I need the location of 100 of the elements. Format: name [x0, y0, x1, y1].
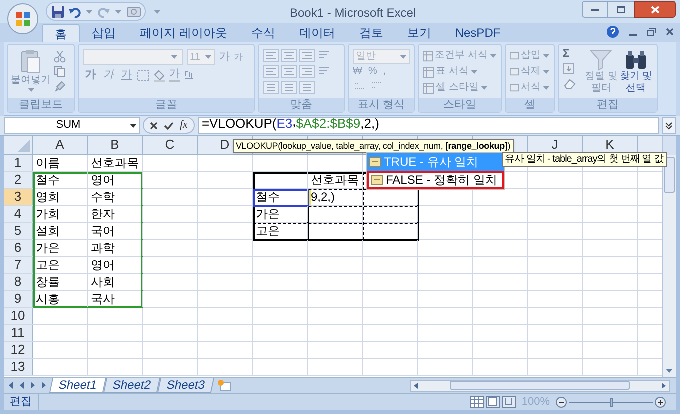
column-header[interactable]: K: [606, 136, 614, 155]
fill-down-icon[interactable]: [563, 63, 575, 75]
table-icon: [423, 82, 434, 94]
row-header[interactable]: 12: [4, 342, 33, 358]
constant-icon: [371, 175, 383, 185]
new-sheet-icon[interactable]: [217, 380, 234, 392]
row-header[interactable]: 7: [4, 257, 33, 273]
previous-sheet-icon[interactable]: [19, 382, 25, 389]
undo-icon[interactable]: [69, 6, 81, 18]
column-header[interactable]: A: [56, 136, 64, 155]
cancel-icon[interactable]: [150, 122, 158, 130]
ribbon-tab[interactable]: 삽입: [80, 24, 128, 42]
maximize-button[interactable]: [608, 1, 634, 18]
align-icon[interactable]: [299, 81, 315, 94]
scroll-left-icon[interactable]: [414, 382, 418, 388]
office-button[interactable]: [7, 3, 39, 35]
enter-check-icon[interactable]: [164, 122, 174, 130]
column-header[interactable]: D: [220, 136, 230, 155]
minimize-button[interactable]: [582, 1, 608, 18]
horizontal-scrollbar[interactable]: [410, 380, 670, 392]
autocomplete-item[interactable]: FALSE - 정확히 일치: [367, 171, 504, 189]
font-name-field[interactable]: [83, 49, 183, 65]
page-layout-icon[interactable]: [486, 396, 500, 408]
last-sheet-icon[interactable]: [41, 382, 47, 389]
zoom-out-icon[interactable]: [556, 396, 567, 408]
close-icon[interactable]: [666, 28, 674, 36]
split-box[interactable]: [663, 136, 676, 155]
fill-bucket-icon[interactable]: [153, 69, 166, 82]
zoom-slider-thumb[interactable]: [610, 398, 613, 406]
row-header[interactable]: 11: [4, 325, 33, 341]
row-header[interactable]: 4: [4, 206, 33, 222]
caret-icon: [543, 86, 550, 90]
table-cell: 선호과목: [91, 157, 139, 169]
table-cell: 수학: [91, 191, 115, 203]
align-icon[interactable]: [263, 65, 279, 78]
sheet-tab[interactable]: Sheet3: [158, 378, 215, 393]
align-icon[interactable]: [299, 49, 315, 62]
scroll-down-icon[interactable]: [666, 369, 673, 373]
zoom-slider[interactable]: [569, 396, 653, 408]
save-icon[interactable]: [52, 6, 64, 18]
expand-icon[interactable]: [662, 117, 676, 134]
row-header[interactable]: 5: [4, 223, 33, 239]
sheet-tab[interactable]: Sheet2: [103, 378, 161, 393]
table-cell: 국사: [91, 293, 115, 305]
ribbon-tab[interactable]: NesPDF: [443, 24, 513, 42]
scissors-icon[interactable]: [54, 51, 66, 63]
align-icon[interactable]: [281, 49, 297, 62]
caret-icon: [543, 54, 550, 58]
ribbon-tab[interactable]: 홈: [42, 24, 80, 42]
align-icon[interactable]: [281, 81, 297, 94]
close-button[interactable]: [634, 1, 676, 18]
column-header[interactable]: J: [552, 136, 558, 155]
caret-icon: [28, 88, 34, 92]
page-break-icon[interactable]: [502, 396, 516, 408]
insert-function-button[interactable]: fx: [180, 120, 188, 131]
ribbon-tab[interactable]: 보기: [395, 24, 444, 42]
row-header[interactable]: 9: [4, 291, 33, 307]
redo-icon[interactable]: [98, 6, 110, 18]
help-icon[interactable]: [607, 26, 619, 38]
row-header[interactable]: 6: [4, 240, 33, 256]
row-header[interactable]: 3: [4, 189, 33, 205]
align-icon[interactable]: [281, 65, 297, 78]
name-box[interactable]: SUM: [4, 117, 140, 134]
column-header[interactable]: C: [165, 136, 175, 155]
align-icon[interactable]: [299, 65, 315, 78]
row-header[interactable]: 10: [4, 308, 33, 324]
align-icon[interactable]: [263, 49, 279, 62]
first-sheet-icon[interactable]: [8, 382, 14, 389]
ribbon-tab[interactable]: 데이터: [287, 24, 348, 42]
group-title: 클립보드: [19, 100, 63, 110]
align-icon[interactable]: [263, 81, 279, 94]
scroll-thumb[interactable]: [450, 381, 630, 390]
camera-icon[interactable]: [127, 6, 141, 17]
eraser-icon[interactable]: [563, 78, 577, 90]
scroll-thumb[interactable]: [664, 157, 675, 193]
scroll-right-icon[interactable]: [662, 382, 666, 388]
column-header[interactable]: B: [110, 136, 120, 155]
table-cell: 철수: [36, 174, 60, 186]
brush-icon[interactable]: [54, 81, 66, 93]
phonetic-icon[interactable]: [183, 70, 195, 82]
next-sheet-icon[interactable]: [30, 382, 36, 389]
sum-button[interactable]: Σ: [563, 49, 583, 60]
ribbon-tab[interactable]: 수식: [239, 24, 288, 42]
row-header[interactable]: 1: [4, 155, 33, 171]
zoom-in-icon[interactable]: [655, 396, 666, 408]
vertical-scrollbar[interactable]: [662, 136, 676, 377]
row-header[interactable]: 2: [4, 172, 33, 188]
formula-field[interactable]: =VLOOKUP(E3,$A$2:$B$9,2,): [198, 117, 659, 134]
ribbon-tab[interactable]: 검토: [347, 24, 396, 42]
row-header[interactable]: 13: [4, 359, 33, 375]
copy-icon[interactable]: [54, 66, 66, 78]
border-icon[interactable]: [137, 70, 150, 82]
group-title: 셀: [524, 100, 536, 110]
find-select-button[interactable]: 찾기 및 선택: [620, 49, 653, 95]
normal-view-icon[interactable]: [470, 396, 484, 408]
sheet-tab[interactable]: Sheet1: [49, 378, 107, 393]
ribbon-tab[interactable]: 페이지 레이아웃: [128, 24, 240, 42]
table-cell: 이름: [36, 157, 60, 169]
row-header[interactable]: 8: [4, 274, 33, 290]
restore-icon[interactable]: [647, 28, 656, 36]
